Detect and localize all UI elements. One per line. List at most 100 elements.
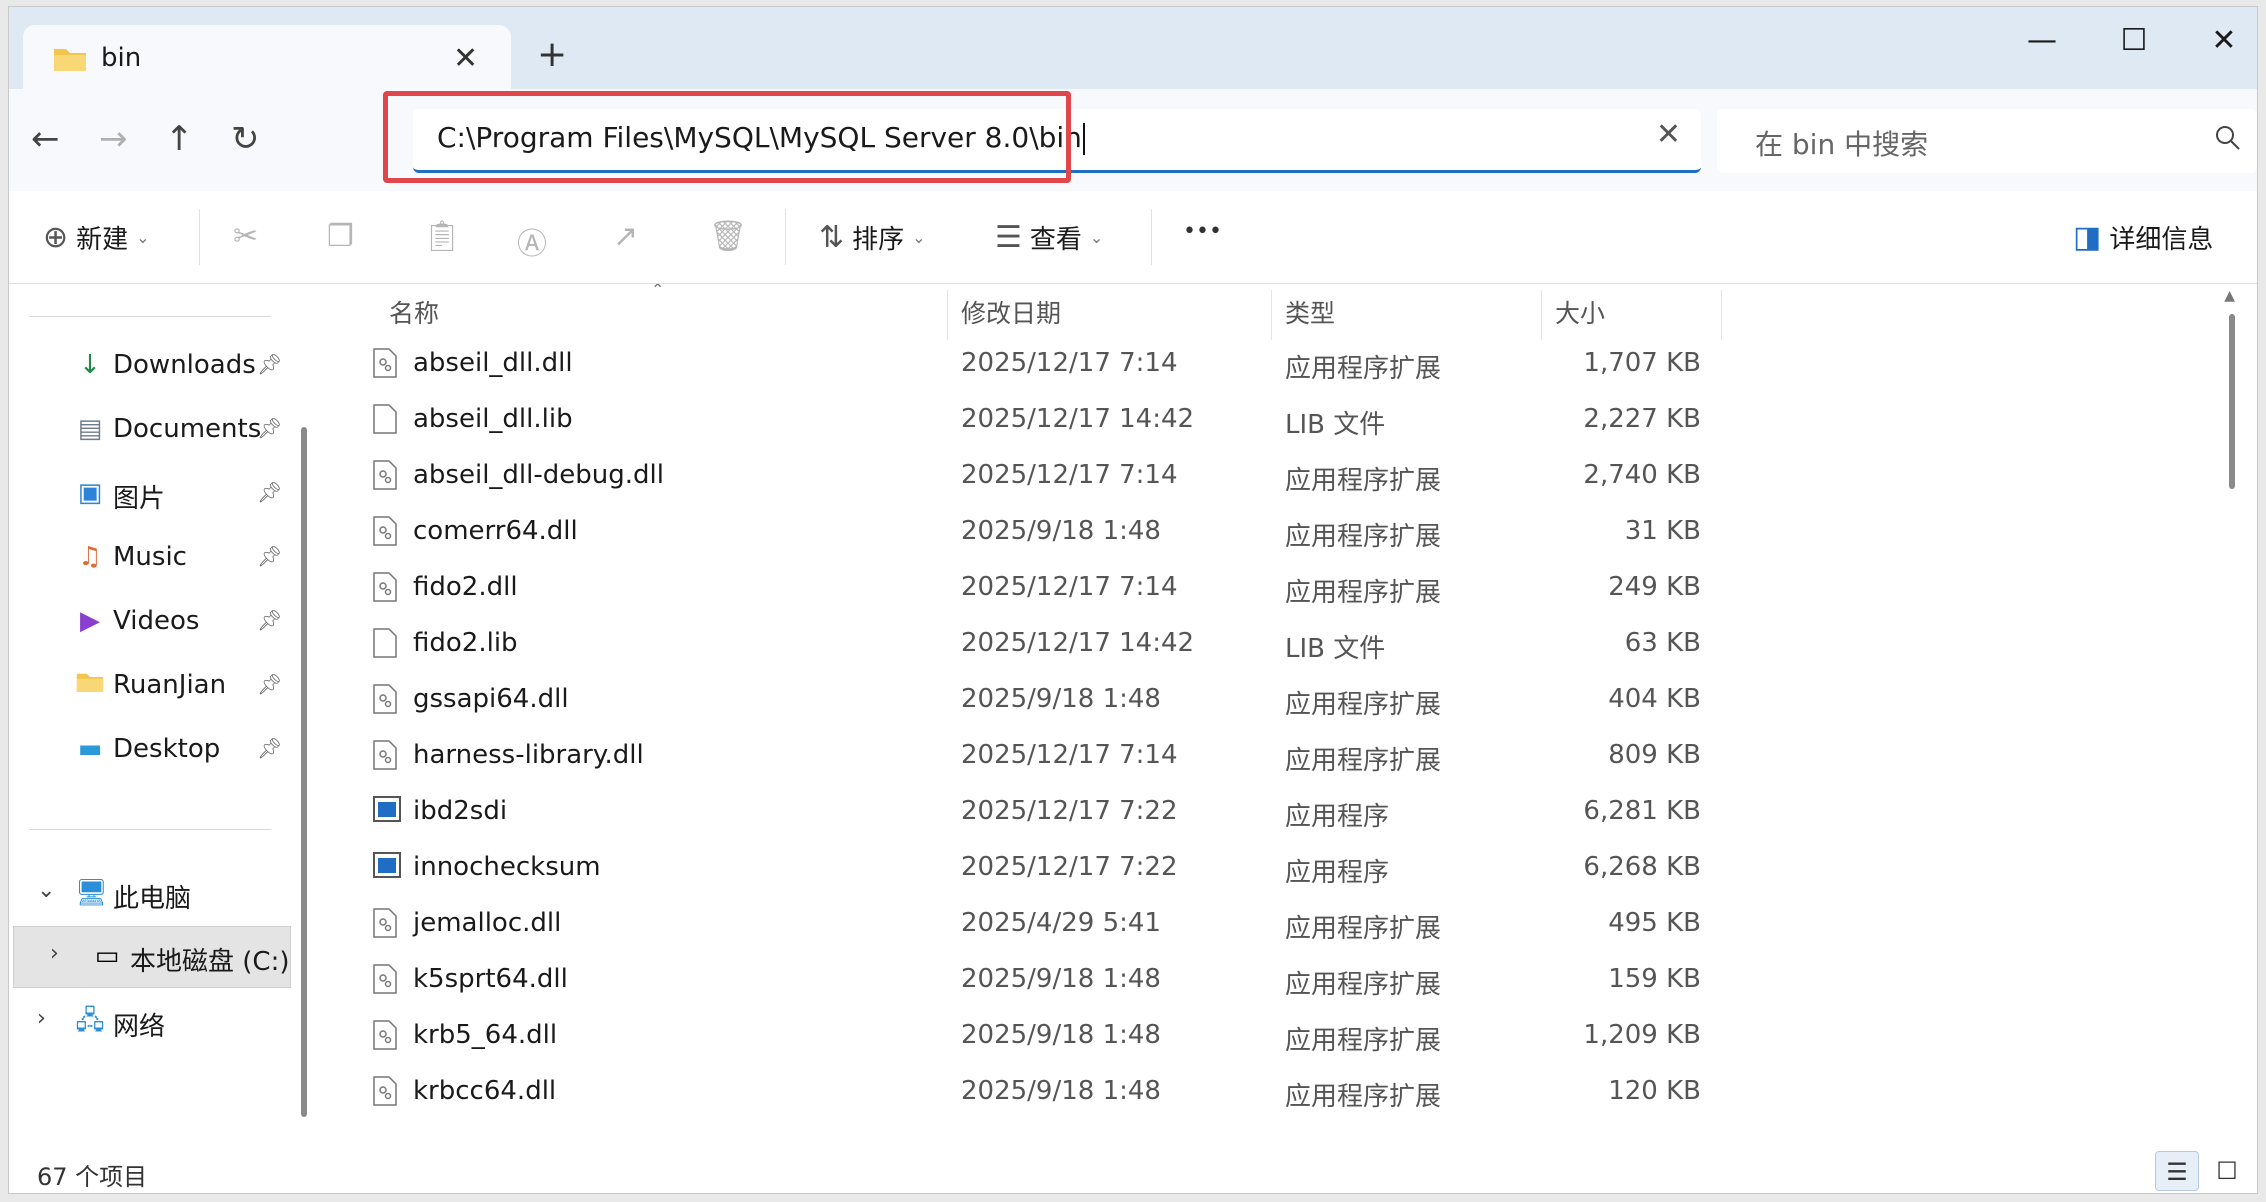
navigation-pane: ↓ Downloads 📌︎ ▤ Documents 📌︎ ▣ 图片 📌︎ ♫ … [9,284,299,1144]
clear-address-icon[interactable]: ✕ [1656,117,1681,152]
new-button[interactable]: ⊕ 新建 ⌄ [43,219,150,256]
close-tab-icon[interactable]: ✕ [453,41,478,76]
file-row[interactable]: fido2.lib 2025/12/17 14:42 LIB 文件 63 KB [321,616,1721,672]
more-options-button[interactable]: ••• [1183,219,1222,244]
tab-bin[interactable]: bin ✕ [23,25,511,91]
file-row[interactable]: fido2.dll 2025/12/17 7:14 应用程序扩展 249 KB [321,560,1721,616]
sidebar-item-documents[interactable]: ▤ Documents 📌︎ [9,402,291,458]
sidebar-item-this-pc[interactable]: ⌄ 🖥︎ 此电脑 [9,866,291,922]
close-window-button[interactable]: ✕ [2199,21,2249,61]
file-row[interactable]: abseil_dll.lib 2025/12/17 14:42 LIB 文件 2,22… [321,392,1721,448]
sort-button[interactable]: ⇅ 排序 ⌄ [819,219,926,256]
item-count: 67 个项目 [37,1163,148,1191]
sidebar-item-downloads[interactable]: ↓ Downloads 📌︎ [9,338,291,394]
copy-button[interactable]: ❐ [327,219,354,254]
file-type: LIB 文件 [1285,634,1386,664]
column-header-size[interactable]: 大小 [1555,294,1605,330]
rename-button[interactable]: Ⓐ [517,219,547,263]
pin-icon[interactable]: 📌︎ [257,416,282,440]
pictures-icon: ▣ [77,478,103,508]
file-type: 应用程序扩展 [1285,1082,1442,1112]
pin-icon[interactable]: 📌︎ [257,480,282,504]
back-button[interactable]: ← [31,119,60,159]
file-name: k5sprt64.dll [413,964,568,994]
up-button[interactable]: ↑ [165,119,194,159]
sidebar-item-videos[interactable]: ▶ Videos 📌︎ [9,594,291,650]
column-header-type[interactable]: 类型 [1285,294,1335,330]
paste-button[interactable]: 📋︎ [423,219,461,254]
chevron-right-icon[interactable]: › [50,941,59,966]
pin-icon[interactable]: 📌︎ [257,672,282,696]
sidebar-item-local-disk[interactable]: › ▭ 本地磁盘 (C:) [13,926,291,988]
file-type: 应用程序扩展 [1285,690,1442,720]
file-date: 2025/12/17 7:22 [961,852,1178,882]
chevron-down-icon[interactable]: ⌄ [37,878,55,903]
sidebar-scrollbar[interactable] [301,427,307,1117]
computer-icon: 🖥︎ [75,878,109,908]
scroll-up-icon[interactable]: ▲ [2224,288,2235,304]
file-row[interactable]: harness-library.dll 2025/12/17 7:14 应用程序扩展… [321,728,1721,784]
file-size: 63 KB [1624,628,1701,658]
pin-icon[interactable]: 📌︎ [257,352,282,376]
file-type: 应用程序扩展 [1285,522,1442,552]
forward-button[interactable]: → [99,119,128,159]
share-button[interactable]: ↗ [613,219,638,254]
clipboard-icon: 📋︎ [423,219,462,254]
folder-icon [53,45,87,77]
music-icon: ♫ [78,542,102,572]
sidebar-item-ruanjian[interactable]: RuanJian 📌︎ [9,658,291,714]
delete-button[interactable]: 🗑︎ [709,219,747,254]
pin-icon[interactable]: 📌︎ [257,544,282,568]
pin-icon[interactable]: 📌︎ [257,736,282,760]
file-name: krb5_64.dll [413,1020,558,1050]
trash-icon: 🗑︎ [709,219,748,254]
dll-file-icon [373,460,397,490]
file-row[interactable]: comerr64.dll 2025/9/18 1:48 应用程序扩展 31 KB [321,504,1721,560]
file-row[interactable]: krbcc64.dll 2025/9/18 1:48 应用程序扩展 120 KB [321,1064,1721,1120]
maximize-button[interactable]: ☐ [2109,21,2159,61]
tiles-view-button[interactable]: ☐ [2205,1151,2249,1191]
refresh-button[interactable]: ↻ [231,119,260,159]
file-row[interactable]: gssapi64.dll 2025/9/18 1:48 应用程序扩展 404 KB [321,672,1721,728]
details-view-button[interactable]: ☰ [2155,1151,2199,1191]
details-pane-button[interactable]: ◨ 详细信息 [2073,219,2213,256]
file-type: 应用程序扩展 [1285,746,1442,776]
file-date: 2025/12/17 7:22 [961,796,1178,826]
file-row[interactable]: ibd2sdi 2025/12/17 7:22 应用程序 6,281 KB [321,784,1721,840]
tab-bar: bin ✕ + — ☐ ✕ [9,7,2257,91]
file-name: abseil_dll-debug.dll [413,460,664,490]
search-icon[interactable] [2213,123,2243,157]
file-row[interactable]: jemalloc.dll 2025/4/29 5:41 应用程序扩展 495 KB [321,896,1721,952]
search-input[interactable]: 在 bin 中搜索 [1755,123,1928,163]
sidebar-item-network[interactable]: › 🖧︎ 网络 [9,994,291,1050]
file-size: 2,740 KB [1583,460,1701,490]
address-text[interactable]: C:\Program Files\MySQL\MySQL Server 8.0\… [437,121,1085,155]
dll-file-icon [373,908,397,938]
file-row[interactable]: k5sprt64.dll 2025/9/18 1:48 应用程序扩展 159 KB [321,952,1721,1008]
file-date: 2025/12/17 7:14 [961,460,1178,490]
minimize-button[interactable]: — [2017,21,2067,61]
address-bar[interactable]: C:\Program Files\MySQL\MySQL Server 8.0\… [413,109,1701,173]
file-date: 2025/12/17 14:42 [961,628,1195,658]
column-header-date[interactable]: 修改日期 [961,294,1061,330]
share-icon: ↗ [613,219,639,254]
search-box[interactable]: 在 bin 中搜索 [1717,109,2257,173]
file-list-scrollbar[interactable] [2229,314,2235,489]
file-row[interactable]: innochecksum 2025/12/17 7:22 应用程序 6,268 KB [321,840,1721,896]
videos-icon: ▶ [80,606,100,636]
cut-button[interactable]: ✂ [233,219,258,254]
new-tab-button[interactable]: + [537,37,567,73]
file-row[interactable]: krb5_64.dll 2025/9/18 1:48 应用程序扩展 1,209 KB [321,1008,1721,1064]
file-name: harness-library.dll [413,740,644,770]
sidebar-item-music[interactable]: ♫ Music 📌︎ [9,530,291,586]
dll-file-icon [373,1076,397,1106]
column-header-name[interactable]: 名称 [389,294,439,330]
file-row[interactable]: abseil_dll.dll 2025/12/17 7:14 应用程序扩展 1,707… [321,336,1721,392]
sidebar-item-desktop[interactable]: ▬ Desktop 📌︎ [9,722,291,778]
view-button[interactable]: ☰ 查看 ⌄ [995,219,1103,256]
sidebar-item-pictures[interactable]: ▣ 图片 📌︎ [9,466,291,522]
rename-icon: Ⓐ [517,227,547,262]
file-row[interactable]: abseil_dll-debug.dll 2025/12/17 7:14 应用程序扩… [321,448,1721,504]
chevron-right-icon[interactable]: › [37,1006,46,1031]
pin-icon[interactable]: 📌︎ [257,608,282,632]
